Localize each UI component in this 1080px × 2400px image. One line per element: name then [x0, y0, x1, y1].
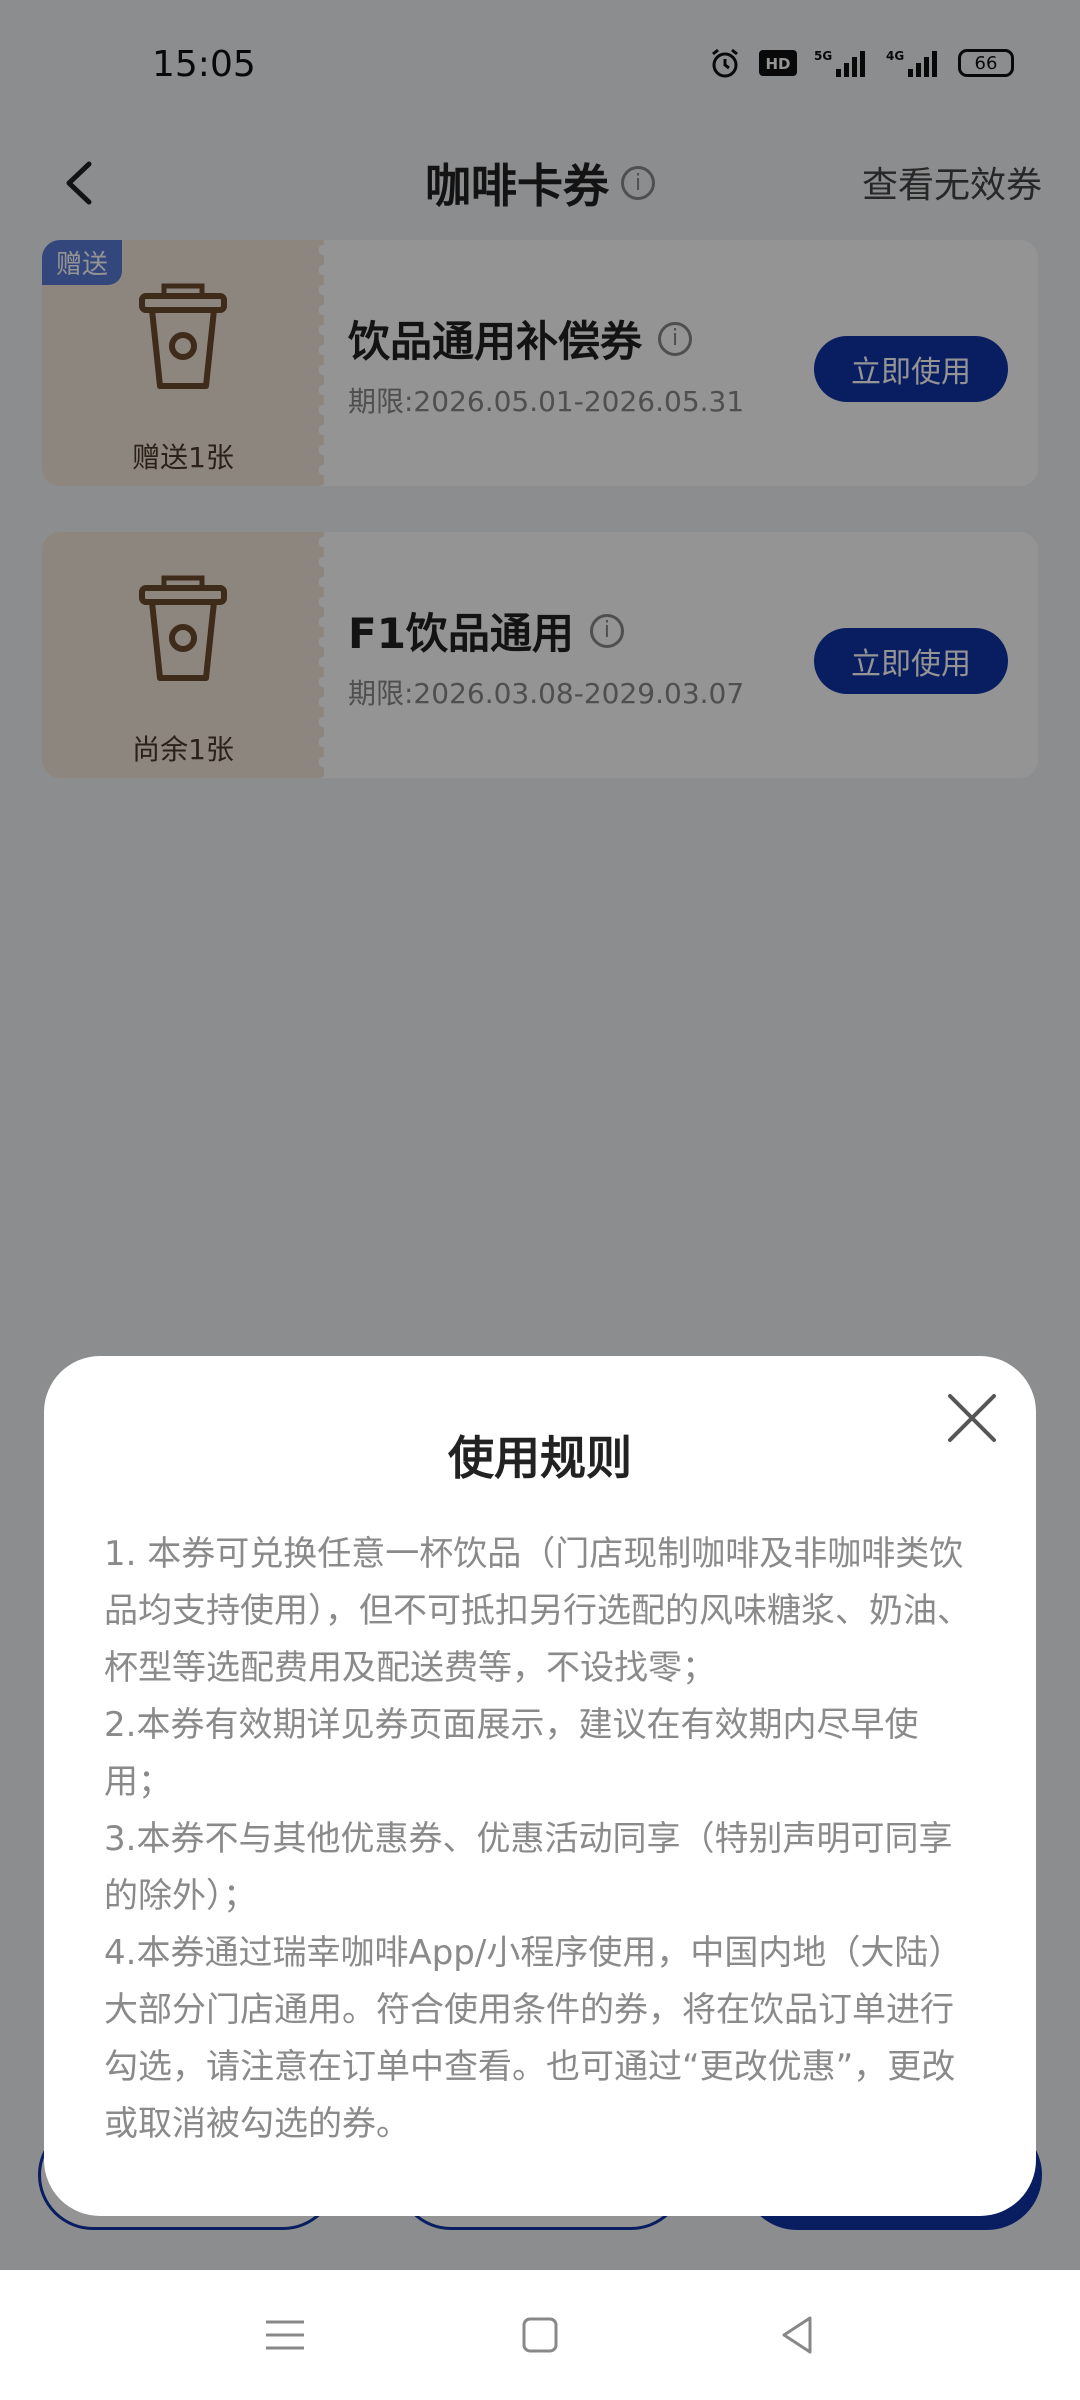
rule-item: 2.本券有效期详见券页面展示，建议在有效期内尽早使用； — [104, 1705, 919, 1802]
rule-item: 3.本券不与其他优惠券、优惠活动同享（特别声明可同享的除外）； — [104, 1819, 953, 1916]
close-icon[interactable] — [942, 1388, 1002, 1448]
menu-icon[interactable] — [260, 2310, 310, 2360]
rules-text: 1. 本券可兑换任意一杯饮品（门店现制咖啡及非咖啡类饮品均支持使用），但不可抵扣… — [104, 1526, 984, 2153]
home-icon[interactable] — [515, 2310, 565, 2360]
rules-dialog: 使用规则 1. 本券可兑换任意一杯饮品（门店现制咖啡及非咖啡类饮品均支持使用），… — [44, 1356, 1036, 2216]
rule-item: 4.本券通过瑞幸咖啡App/小程序使用，中国内地（大陆）大部分门店通用。符合使用… — [104, 1933, 963, 2144]
system-nav-bar — [0, 2270, 1080, 2400]
rule-item: 1. 本券可兑换任意一杯饮品（门店现制咖啡及非咖啡类饮品均支持使用），但不可抵扣… — [104, 1534, 971, 1688]
dialog-title: 使用规则 — [448, 1431, 632, 1485]
back-triangle-icon[interactable] — [772, 2310, 822, 2360]
